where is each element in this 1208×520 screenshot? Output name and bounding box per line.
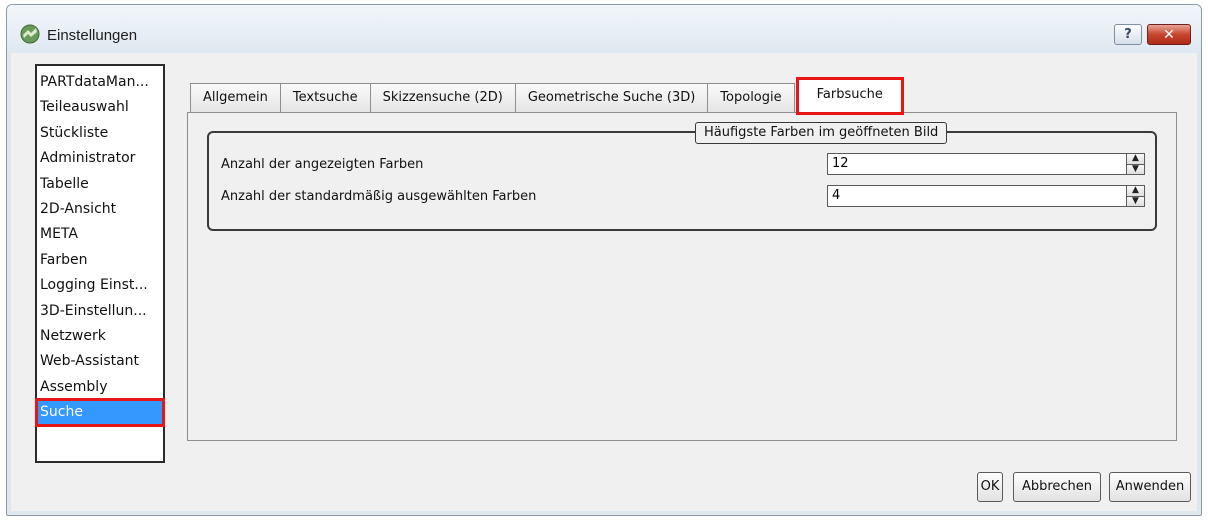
category-item-3d-einstellungen[interactable]: 3D-Einstellun... (37, 299, 163, 324)
spin-up-icon[interactable]: ▲ (1127, 186, 1144, 197)
tab-panel-farbsuche: Häufigste Farben im geöffneten Bild Anza… (187, 112, 1177, 441)
tab-control: Allgemein Textsuche Skizzensuche (2D) Ge… (187, 77, 1177, 441)
tab-textsuche[interactable]: Textsuche (279, 83, 371, 113)
default-selected-colors-spinbox[interactable]: ▲ ▼ (827, 185, 1145, 207)
help-button[interactable]: ? (1114, 24, 1142, 45)
category-item-stueckliste[interactable]: Stückliste (37, 121, 163, 146)
dialog-body: PARTdataMan... Teileauswahl Stückliste A… (11, 53, 1197, 511)
spin-down-icon[interactable]: ▼ (1127, 164, 1144, 174)
spin-down-icon[interactable]: ▼ (1127, 196, 1144, 206)
title-bar: Einstellungen ? ✕ (7, 5, 1201, 53)
default-selected-colors-spinner[interactable]: ▲ ▼ (1126, 186, 1144, 206)
spin-up-icon[interactable]: ▲ (1127, 154, 1144, 165)
category-item-partdataman[interactable]: PARTdataMan... (37, 70, 163, 95)
tab-geometrische-suche[interactable]: Geometrische Suche (3D) (514, 83, 709, 113)
category-item-assembly[interactable]: Assembly (37, 375, 163, 400)
ok-button[interactable]: OK (977, 472, 1003, 502)
default-selected-colors-input[interactable] (828, 186, 1126, 206)
category-item-farben[interactable]: Farben (37, 248, 163, 273)
displayed-colors-input[interactable] (828, 154, 1126, 174)
tab-farbsuche[interactable]: Farbsuche (795, 77, 904, 115)
category-item-2d-ansicht[interactable]: 2D-Ansicht (37, 197, 163, 222)
category-item-administrator[interactable]: Administrator (37, 146, 163, 171)
category-item-meta[interactable]: META (37, 222, 163, 247)
category-item-netzwerk[interactable]: Netzwerk (37, 324, 163, 349)
displayed-colors-spinner[interactable]: ▲ ▼ (1126, 154, 1144, 174)
category-item-web-assistant[interactable]: Web-Assistant (37, 349, 163, 374)
close-icon: ✕ (1163, 26, 1175, 43)
close-button[interactable]: ✕ (1147, 24, 1191, 45)
category-item-logging[interactable]: Logging Einst... (37, 273, 163, 298)
help-icon: ? (1124, 27, 1132, 42)
window-title: Einstellungen (47, 27, 138, 44)
category-list: PARTdataMan... Teileauswahl Stückliste A… (35, 64, 165, 463)
app-icon (20, 24, 40, 44)
cancel-button[interactable]: Abbrechen (1013, 472, 1101, 502)
category-item-teileauswahl[interactable]: Teileauswahl (37, 95, 163, 120)
tab-allgemein[interactable]: Allgemein (190, 83, 281, 113)
category-item-tabelle[interactable]: Tabelle (37, 172, 163, 197)
tab-strip: Allgemein Textsuche Skizzensuche (2D) Ge… (190, 77, 904, 115)
displayed-colors-spinbox[interactable]: ▲ ▼ (827, 153, 1145, 175)
default-selected-colors-label: Anzahl der standardmäßig ausgewählten Fa… (221, 189, 537, 204)
displayed-colors-label: Anzahl der angezeigten Farben (221, 157, 424, 172)
settings-dialog: Einstellungen ? ✕ PARTdataMan... Teileau… (6, 4, 1202, 516)
apply-button[interactable]: Anwenden (1109, 472, 1191, 502)
tab-topologie[interactable]: Topologie (707, 83, 795, 113)
tab-skizzensuche[interactable]: Skizzensuche (2D) (369, 83, 516, 113)
colors-groupbox: Häufigste Farben im geöffneten Bild Anza… (207, 122, 1157, 231)
category-item-suche[interactable]: Suche (35, 398, 165, 428)
groupbox-title: Häufigste Farben im geöffneten Bild (695, 122, 948, 144)
